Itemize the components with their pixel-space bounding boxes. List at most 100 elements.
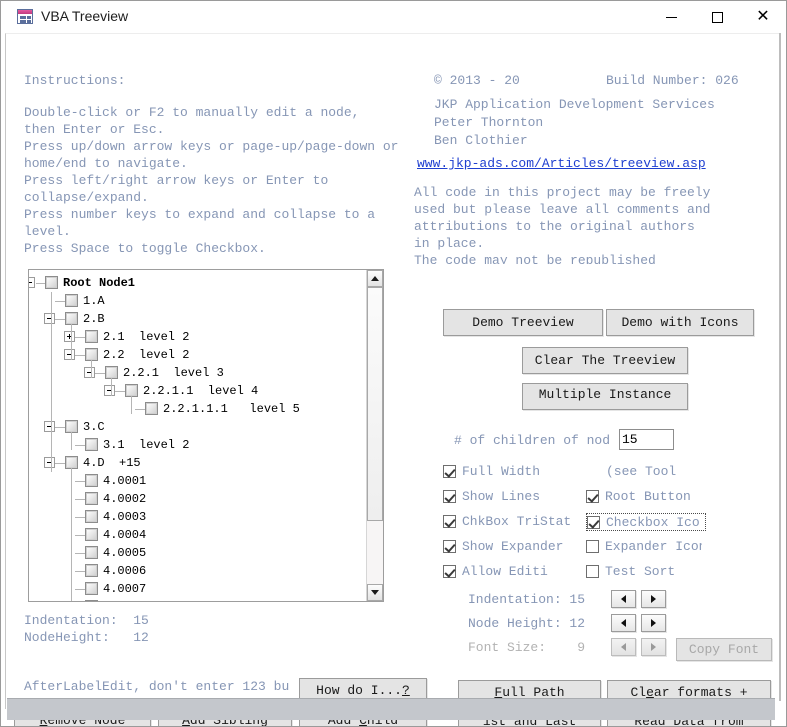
option-checkbox-chkbox-tristat[interactable]: ChkBox TriStat [443, 513, 585, 531]
spinner-increase-button-0[interactable] [641, 590, 666, 608]
treeview-nodes[interactable]: Root Node1 1.A 2.B 2.1 level 2 2.2 level 2 2.… [29, 270, 365, 601]
checkbox-checked-icon [443, 490, 456, 503]
tree-expander-minus-icon[interactable] [44, 421, 55, 432]
spinner-decrease-button-1[interactable] [611, 614, 636, 632]
license-text: All code in this project may be freely u… [414, 185, 711, 264]
form-horizontal-scrollbar[interactable] [7, 698, 775, 720]
checkbox-checked-icon [443, 565, 456, 578]
tree-expander-minus-icon[interactable] [44, 457, 55, 468]
button-label: How do I...? [316, 683, 410, 698]
tree-node-label[interactable]: 4.0007 [103, 580, 146, 598]
minimize-button[interactable] [648, 1, 694, 33]
option-checkbox-label: Test Sort [605, 564, 676, 579]
treeview-scroll-up-button[interactable] [367, 270, 383, 287]
option-checkbox-label: Full Width [462, 464, 541, 479]
tree-node-checkbox[interactable] [85, 546, 98, 559]
tree-expander-minus-icon[interactable] [64, 349, 75, 360]
spinner-increase-button-2[interactable] [641, 638, 666, 656]
option-checkbox-see-tool: (see Tool [606, 463, 726, 481]
tree-node-label[interactable]: 2.2.1.1.1 level 5 [163, 400, 300, 418]
option-checkbox-test-sort[interactable]: Test Sort [586, 563, 686, 581]
children-count-input[interactable]: 15 [619, 429, 674, 450]
form-right-edge [779, 33, 781, 701]
treeview-scroll-down-button[interactable] [367, 584, 383, 601]
tree-node-checkbox[interactable] [85, 474, 98, 487]
treeview-scrollbar[interactable] [366, 270, 383, 601]
tree-node-label[interactable]: 2.1 level 2 [103, 328, 189, 346]
tree-node-label[interactable]: 2.B [83, 310, 105, 328]
option-checkbox-label: Show Expander [462, 539, 564, 554]
option-checkbox-full-width[interactable]: Full Width [443, 463, 573, 481]
tree-node-label[interactable]: 4.0002 [103, 490, 146, 508]
spinner-decrease-button-0[interactable] [611, 590, 636, 608]
treeview-scroll-track[interactable] [367, 287, 383, 584]
tree-node-checkbox[interactable] [65, 294, 78, 307]
company-label: JKP Application Development Services [434, 97, 715, 112]
tree-expander-minus-icon[interactable] [29, 277, 35, 288]
tree-node-checkbox[interactable] [85, 510, 98, 523]
tree-node-checkbox[interactable] [85, 330, 98, 343]
tree-node-label[interactable]: 2.2 level 2 [103, 346, 189, 364]
tree-node-checkbox[interactable] [45, 276, 58, 289]
demo-with-icons-button[interactable]: Demo with Icons [606, 309, 754, 336]
maximize-button[interactable] [694, 1, 740, 33]
tree-node-label[interactable]: 2.2.1 level 3 [123, 364, 224, 382]
tree-nodeheight-readout: NodeHeight: 12 [24, 630, 149, 645]
tree-node-label[interactable]: 4.0001 [103, 472, 146, 490]
copy-font-button[interactable]: Copy Font [676, 638, 772, 661]
spinner-label-0: Indentation: 15 [468, 592, 586, 607]
after-label-edit-note: AfterLabelEdit, don't enter 123 bu [24, 679, 290, 694]
option-checkbox-allow-editi[interactable]: Allow Editi [443, 563, 573, 581]
tree-node-label[interactable]: 2.2.1.1 level 4 [143, 382, 258, 400]
option-checkbox-show-lines[interactable]: Show Lines [443, 488, 573, 506]
option-checkbox-label: Show Lines [462, 489, 541, 504]
website-link[interactable]: www.jkp-ads.com/Articles/treeview.asp [417, 156, 706, 171]
tree-node-label[interactable]: 3.1 level 2 [103, 436, 189, 454]
treeview-scroll-thumb[interactable] [367, 287, 383, 521]
option-checkbox-show-expander[interactable]: Show Expander [443, 538, 585, 556]
option-checkbox-root-button[interactable]: Root Button [586, 488, 706, 506]
author-peter-thornton-label: Peter Thornton [434, 115, 544, 130]
demo-treeview-button[interactable]: Demo Treeview [443, 309, 603, 336]
checkbox-unchecked-icon [586, 565, 599, 578]
spinner-increase-button-1[interactable] [641, 614, 666, 632]
checkbox-checked-icon [586, 490, 599, 503]
treeview-control[interactable]: Root Node1 1.A 2.B 2.1 level 2 2.2 level 2 2.… [28, 269, 384, 602]
tree-node-label[interactable]: 3.C [83, 418, 105, 436]
tree-node-label[interactable]: 4.0008 [103, 598, 146, 601]
tree-node-checkbox[interactable] [145, 402, 158, 415]
close-button[interactable]: ✕ [740, 1, 786, 33]
instructions-heading: Instructions: [24, 73, 126, 88]
tree-node-checkbox[interactable] [85, 438, 98, 451]
tree-node-label[interactable]: Root Node1 [63, 274, 135, 292]
tree-expander-plus-icon[interactable] [64, 331, 75, 342]
option-checkbox-checkbox-ico[interactable]: Checkbox Ico [586, 513, 706, 531]
tree-node-checkbox[interactable] [85, 564, 98, 577]
vba-treeview-window: VBA Treeview ✕ Instructions: Double-clic… [0, 0, 787, 727]
option-checkbox-label: Root Button [605, 489, 691, 504]
tree-indentation-readout: Indentation: 15 [24, 613, 149, 628]
maximize-icon [711, 11, 723, 23]
tree-node-label[interactable]: 4.D +15 [83, 454, 141, 472]
clear-the-treeview-button[interactable]: Clear The Treeview [522, 347, 688, 374]
tree-node-label[interactable]: 4.0006 [103, 562, 146, 580]
left-arrow-icon [621, 643, 626, 651]
tree-node-label[interactable]: 4.0005 [103, 544, 146, 562]
tree-node-checkbox[interactable] [85, 492, 98, 505]
tree-node-label[interactable]: 4.0004 [103, 526, 146, 544]
build-number-label: Build Number: 026 [606, 73, 739, 88]
tree-expander-minus-icon[interactable] [84, 367, 95, 378]
left-arrow-icon [621, 595, 626, 603]
tree-node-checkbox[interactable] [85, 528, 98, 541]
tree-node-label[interactable]: 1.A [83, 292, 105, 310]
tree-expander-minus-icon[interactable] [104, 385, 115, 396]
form-window-icon [17, 9, 33, 24]
left-arrow-icon [621, 619, 626, 627]
tree-node-checkbox[interactable] [85, 582, 98, 595]
spinner-decrease-button-2[interactable] [611, 638, 636, 656]
option-checkbox-expander-icons[interactable]: Expander Icons [586, 538, 702, 556]
multiple-instance-button[interactable]: Multiple Instance [522, 383, 688, 410]
tree-node-label[interactable]: 4.0003 [103, 508, 146, 526]
tree-node-checkbox[interactable] [85, 600, 98, 601]
tree-expander-minus-icon[interactable] [44, 313, 55, 324]
